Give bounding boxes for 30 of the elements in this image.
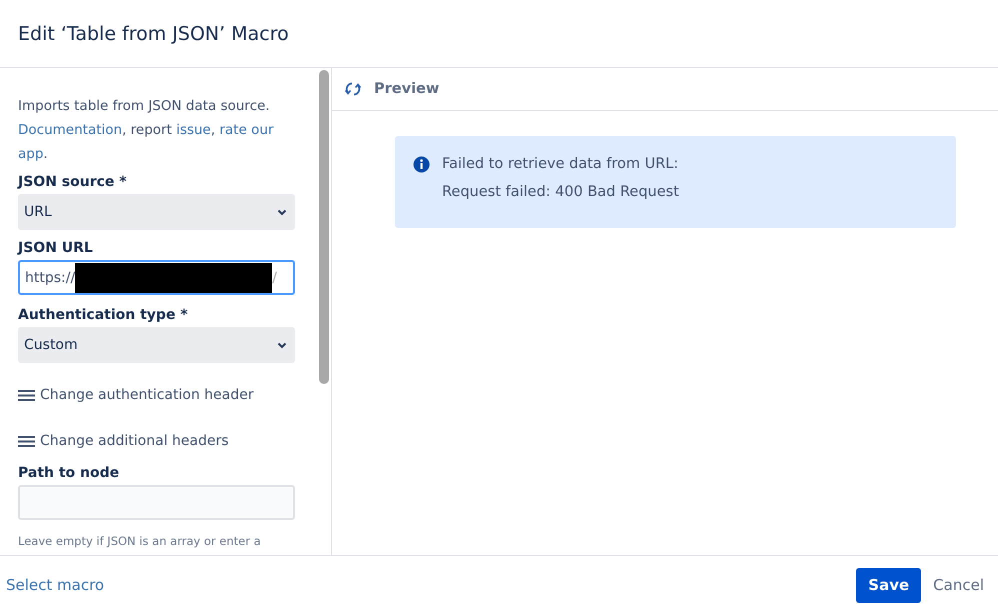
expand-toggle[interactable]: Change additional headers (18, 429, 229, 453)
select-field[interactable]: Custom (18, 327, 295, 363)
refresh-icon[interactable] (344, 81, 362, 97)
select-field[interactable]: URL (18, 194, 295, 230)
description-link[interactable]: app (18, 146, 44, 162)
save-button[interactable]: Save (856, 568, 922, 602)
preview-title: Preview (374, 81, 440, 97)
chevron-down-icon (277, 208, 287, 216)
menu-icon (18, 434, 35, 448)
field-label: Authentication type * (18, 307, 189, 323)
expand-toggle[interactable]: Change authentication header (18, 383, 254, 407)
cancel-link[interactable]: Cancel (933, 576, 984, 594)
info-icon (413, 156, 430, 173)
message-text: Request failed: 400 Bad Request (442, 184, 680, 200)
field-label: JSON source * (18, 174, 128, 190)
field-label: JSON URL (18, 240, 94, 256)
dialog-title: Edit ‘Table from JSON’ Macro (18, 22, 289, 44)
description-link[interactable]: Documentation (18, 122, 122, 138)
description-link[interactable]: rate our (219, 122, 274, 138)
chevron-down-icon (277, 342, 287, 348)
address-field[interactable]: https:// / (18, 260, 295, 295)
select-macro-link[interactable]: Select macro (6, 576, 104, 594)
scrollbar-thumb[interactable] (319, 70, 329, 384)
description-text: Imports table from JSON data source. Documentation, report issue, rate our app. (18, 97, 275, 164)
path-field[interactable] (18, 485, 295, 520)
message-text: Failed to retrieve data from URL: (442, 156, 680, 172)
hint-text: Leave empty if JSON is an array or enter a (18, 534, 262, 548)
description-link[interactable]: issue (176, 122, 211, 138)
field-label: Path to node (18, 465, 120, 481)
menu-icon (18, 388, 35, 402)
